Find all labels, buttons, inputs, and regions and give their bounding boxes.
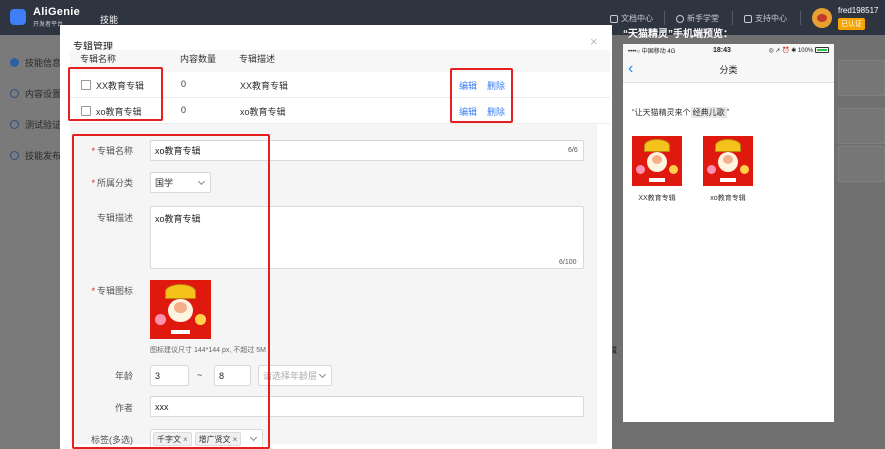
circle-icon bbox=[10, 89, 19, 98]
back-arrow-icon[interactable]: ‹ bbox=[628, 60, 633, 78]
nav-docs-label: 文档中心 bbox=[621, 14, 653, 23]
phone-preview: ••••○ 中国移动 4G 18:43 ◎ ➚ ⏰ ✱ 100% ‹ 分类 “让… bbox=[623, 44, 834, 422]
sidebar-item-label: 测试验证 bbox=[25, 120, 62, 130]
support-icon bbox=[744, 14, 752, 23]
preview-title: “天猫精灵”手机端预览： bbox=[623, 29, 733, 40]
age-layer-placeholder: 请选择年龄层 bbox=[263, 371, 318, 381]
phrase-highlight: 经典儿歌 bbox=[690, 107, 727, 118]
annotation-box-form-fields bbox=[72, 134, 270, 449]
sidebar-item-test[interactable]: 测试验证 bbox=[10, 118, 61, 131]
nav-support-link[interactable]: 支持中心 bbox=[744, 13, 787, 24]
album-name-counter: 6/6 bbox=[568, 147, 578, 154]
column-header-count: 内容数量 bbox=[180, 54, 217, 64]
sidebar-item-label: 技能发布 bbox=[25, 151, 62, 161]
close-icon[interactable]: × bbox=[590, 35, 598, 48]
sidebar-item-content-settings[interactable]: 内容设置 bbox=[10, 87, 61, 100]
preview-album-title: xo教育专辑 bbox=[710, 195, 746, 202]
preview-album-card[interactable]: xo教育专辑 bbox=[703, 136, 753, 203]
circle-icon bbox=[10, 151, 19, 160]
nav-divider bbox=[664, 11, 665, 25]
avatar[interactable] bbox=[812, 8, 832, 28]
logo-title: AliGenie bbox=[33, 6, 81, 18]
nav-support-label: 支持中心 bbox=[755, 14, 787, 23]
check-circle-icon bbox=[10, 58, 19, 67]
chevron-down-icon bbox=[318, 370, 327, 378]
column-header-name: 专辑名称 bbox=[80, 54, 117, 64]
status-icons: ◎ ➚ ⏰ ✱ 100% bbox=[769, 47, 829, 54]
verified-badge: 已认证 bbox=[838, 18, 865, 30]
preview-album-grid: XX教育专辑 xo教育专辑 bbox=[632, 136, 834, 203]
nav-tutorial-label: 新手学堂 bbox=[687, 14, 719, 23]
phrase-hint: “让天猫精灵来个 经典儿歌” bbox=[632, 107, 730, 118]
phone-time: 18:43 bbox=[713, 47, 731, 54]
nav-docs-link[interactable]: 文档中心 bbox=[610, 13, 653, 24]
album-description: xo教育专辑 bbox=[240, 107, 286, 117]
album-count: 0 bbox=[181, 79, 187, 89]
sidebar-item-publish[interactable]: 技能发布 bbox=[10, 149, 61, 162]
background-card bbox=[838, 60, 885, 96]
username[interactable]: fred198517 bbox=[838, 6, 878, 15]
battery-icon bbox=[814, 47, 829, 54]
sidebar: 技能信息 内容设置 测试验证 技能发布 bbox=[0, 35, 61, 449]
column-header-description: 专辑描述 bbox=[239, 54, 276, 64]
help-icon bbox=[676, 14, 684, 23]
phone-status-bar: ••••○ 中国移动 4G 18:43 ◎ ➚ ⏰ ✱ 100% bbox=[623, 44, 834, 57]
album-cover-image bbox=[703, 136, 753, 186]
sidebar-item-label: 内容设置 bbox=[25, 89, 62, 99]
album-cover-image bbox=[632, 136, 682, 186]
phone-nav-bar: ‹ 分类 bbox=[623, 57, 834, 83]
circle-icon bbox=[10, 120, 19, 129]
annotation-box-album-names bbox=[68, 67, 163, 121]
album-count: 0 bbox=[181, 105, 187, 115]
document-icon bbox=[610, 14, 618, 23]
album-description: XX教育专辑 bbox=[240, 81, 289, 91]
sidebar-item-skill-info[interactable]: 技能信息 bbox=[10, 56, 61, 69]
aligenie-logo-icon bbox=[10, 9, 26, 25]
nav-divider bbox=[800, 11, 801, 25]
background-card bbox=[838, 146, 885, 182]
description-counter: 6/100 bbox=[559, 259, 577, 266]
annotation-box-actions bbox=[450, 68, 513, 123]
preview-album-card[interactable]: XX教育专辑 bbox=[632, 136, 682, 203]
background-card bbox=[838, 108, 885, 144]
sidebar-item-label: 技能信息 bbox=[25, 58, 62, 68]
carrier-label: ••••○ 中国移动 4G bbox=[628, 49, 676, 55]
nav-divider bbox=[732, 11, 733, 25]
phone-nav-title: 分类 bbox=[719, 65, 738, 75]
nav-tutorial-link[interactable]: 新手学堂 bbox=[676, 13, 719, 24]
preview-album-title: XX教育专辑 bbox=[638, 195, 676, 202]
